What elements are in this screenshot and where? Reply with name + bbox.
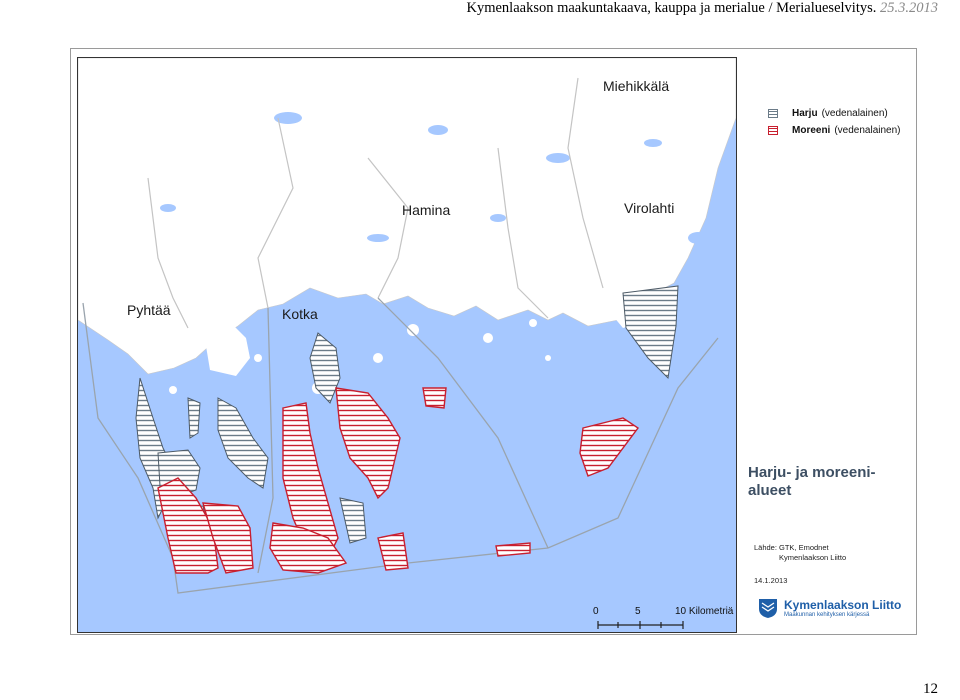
scale-tick-label: 10 Kilometriä [675, 606, 734, 617]
island [407, 324, 419, 336]
place-label-virolahti: Virolahti [624, 200, 675, 216]
page-number: 12 [923, 681, 938, 697]
legend-label: Moreeni [792, 125, 831, 136]
legend-qualifier: (vedenalainen) [821, 108, 888, 119]
place-label-miehikkala: Miehikkälä [603, 78, 670, 94]
source-credits: Lähde: GTK, Emodnet Kymenlaakson Liitto [754, 543, 846, 563]
island [373, 353, 383, 363]
island [169, 386, 177, 394]
header-date: 25.3.2013 [880, 0, 938, 16]
lake [688, 232, 708, 244]
source-value: GTK, Emodnet [779, 543, 829, 552]
source-label: Lähde: [754, 543, 777, 552]
logo-slogan: Maakunnan kehityksen kärjessä [784, 611, 870, 618]
legend-swatch-moreeni [768, 126, 778, 135]
place-label-pyhtaa: Pyhtää [127, 302, 171, 318]
map-title-line: alueet [748, 482, 792, 499]
page-header: Kymenlaakson maakuntakaava, kauppa ja me… [466, 0, 938, 17]
map-date: 14.1.2013 [754, 576, 788, 585]
header-title: Kymenlaakson maakuntakaava, kauppa ja me… [466, 0, 877, 16]
shield-icon [759, 599, 777, 618]
island [254, 354, 262, 362]
lake [490, 214, 506, 222]
source-value: Kymenlaakson Liitto [779, 553, 847, 562]
scale-tick-label: 0 [593, 606, 599, 617]
map-title-line: Harju- ja moreeni- [748, 464, 876, 481]
legend-swatch-harju [768, 109, 778, 118]
map-svg [78, 58, 736, 632]
lake [428, 125, 448, 135]
logo-name: Kymenlaakson Liitto [784, 597, 902, 612]
map-title: Harju- ja moreeni- alueet [748, 464, 898, 500]
scale-tick-label: 5 [635, 606, 641, 617]
legend-item-moreeni: Moreeni (vedenalainen) [768, 125, 901, 136]
legend: Harju (vedenalainen) Moreeni (vedenalain… [768, 108, 901, 142]
lake [160, 204, 176, 212]
scale-labels: 0 5 10 Kilometriä [590, 606, 740, 636]
legend-qualifier: (vedenalainen) [834, 125, 901, 136]
island [529, 319, 537, 327]
island [483, 333, 493, 343]
lake [644, 139, 662, 147]
kymenlaakson-liitto-logo: Kymenlaakson Liitto Maakunnan kehityksen… [757, 597, 901, 619]
legend-label: Harju [792, 108, 818, 119]
place-label-hamina: Hamina [402, 202, 451, 218]
map-panel[interactable]: Miehikkälä Hamina Virolahti Pyhtää Kotka [77, 57, 737, 633]
legend-item-harju: Harju (vedenalainen) [768, 108, 901, 119]
island [545, 355, 551, 361]
lake [367, 234, 389, 242]
place-label-kotka: Kotka [282, 306, 318, 322]
lake [546, 153, 570, 163]
